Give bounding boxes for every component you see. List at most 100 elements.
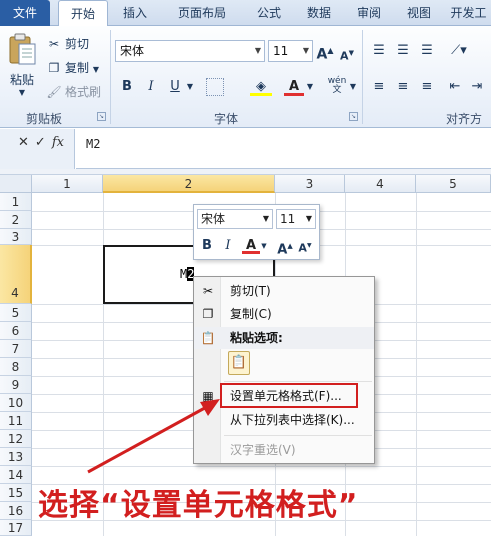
decrease-indent-icon[interactable]: ⇤ (446, 76, 464, 98)
border-icon[interactable] (206, 78, 224, 96)
menu-section-paste-options: 📋 粘贴选项: (194, 327, 374, 349)
row-header[interactable]: 16 (0, 502, 32, 520)
tab-view[interactable]: 视图 (396, 0, 442, 26)
tab-developer[interactable]: 开发工 (446, 0, 491, 26)
align-middle-icon[interactable]: ☰ (394, 40, 412, 62)
row-header-selected[interactable]: 4 (0, 245, 32, 304)
align-left-icon[interactable]: ≡ (370, 76, 388, 98)
shrink-font-button[interactable]: A▼ (338, 42, 356, 64)
copy-icon: ❐ (48, 61, 60, 75)
row-header[interactable]: 13 (0, 448, 32, 466)
phonetic-button[interactable]: wén 文 (326, 74, 348, 96)
chevron-down-icon: ▼ (92, 65, 99, 74)
align-right-icon[interactable]: ≡ (418, 76, 436, 98)
chevron-down-icon[interactable]: ▼ (305, 76, 315, 98)
column-header[interactable]: 3 (275, 175, 345, 193)
format-painter-button[interactable]: 🖌 格式刷 (46, 82, 101, 102)
ribbon-home-panel: 粘贴 ▼ ✂ 剪切 ❐ 复制 ▼ 🖌 格式刷 剪贴板 ↘ 宋体 ▼ 11 ▼ A▲ A▼ … (0, 26, 491, 143)
underline-button[interactable]: U (164, 76, 186, 98)
function-icon[interactable]: fx (52, 135, 64, 150)
column-header[interactable]: 4 (345, 175, 416, 193)
row-header[interactable]: 2 (0, 211, 32, 229)
column-header[interactable]: 1 (32, 175, 103, 193)
column-header[interactable]: 5 (416, 175, 491, 193)
chevron-down-icon[interactable]: ▼ (260, 237, 268, 255)
launcher-icon[interactable]: ↘ (349, 112, 358, 121)
mini-shrink-font-button[interactable]: A▼ (296, 237, 314, 255)
formula-input[interactable]: M2 (76, 129, 491, 169)
tab-review[interactable]: 审阅 (346, 0, 392, 26)
tab-file[interactable]: 文件 (0, 0, 50, 26)
brush-icon: 🖌 (46, 85, 62, 99)
mini-italic-button[interactable]: I (220, 237, 236, 255)
row-header[interactable]: 11 (0, 412, 32, 430)
tab-home[interactable]: 开始 (58, 0, 108, 27)
row-header[interactable]: 6 (0, 322, 32, 340)
copy-button[interactable]: ❐ 复制 ▼ (46, 58, 99, 78)
clipboard-group-label: 剪贴板 (26, 112, 63, 126)
context-menu: ✂ 剪切(T) ❐ 复制(C) 📋 粘贴选项: 📋 ▦ 设置单元格格式(F)... 从下… (193, 276, 375, 464)
tab-page-layout[interactable]: 页面布局 (162, 0, 242, 26)
cut-button[interactable]: ✂ 剪切 (46, 34, 89, 54)
paste-icon (9, 33, 36, 65)
row-header[interactable]: 17 (0, 520, 32, 536)
paste-button[interactable]: 粘贴 ▼ (4, 32, 40, 102)
copy-icon: ❐ (202, 307, 214, 321)
launcher-icon[interactable]: ↘ (97, 112, 106, 121)
chevron-down-icon: ▼ (262, 214, 269, 223)
row-header[interactable]: 7 (0, 340, 32, 358)
row-header[interactable]: 1 (0, 193, 32, 211)
font-size-select[interactable]: 11 ▼ (268, 40, 313, 62)
check-icon[interactable]: ✓ (35, 135, 46, 150)
row-header[interactable]: 5 (0, 304, 32, 322)
row-header[interactable]: 3 (0, 229, 32, 245)
chevron-down-icon: ▼ (302, 46, 309, 55)
chevron-down-icon: ▼ (305, 214, 312, 223)
increase-indent-icon[interactable]: ⇥ (468, 76, 486, 98)
scissors-icon: ✂ (48, 37, 60, 51)
paste-option-icon[interactable]: 📋 (228, 351, 250, 375)
select-all-corner[interactable] (0, 175, 32, 193)
chevron-down-icon[interactable]: ▼ (348, 76, 358, 98)
menu-separator (224, 381, 372, 382)
menu-item-cut[interactable]: ✂ 剪切(T) (194, 280, 374, 302)
italic-button[interactable]: I (141, 76, 161, 98)
fill-color-icon[interactable]: ◈ (250, 76, 272, 98)
row-header[interactable]: 12 (0, 430, 32, 448)
mini-font-color-button[interactable]: A (242, 237, 260, 255)
grid-line (32, 466, 491, 467)
clipboard-icon: 📋 (200, 331, 216, 345)
align-top-icon[interactable]: ☰ (370, 40, 388, 62)
orientation-icon[interactable]: ⟋▾ (446, 40, 472, 62)
mini-grow-font-button[interactable]: A▲ (276, 237, 294, 257)
font-name-select[interactable]: 宋体 ▼ (115, 40, 265, 62)
row-header[interactable]: 8 (0, 358, 32, 376)
align-center-icon[interactable]: ≡ (394, 76, 412, 98)
bold-button[interactable]: B (117, 76, 137, 98)
font-color-button[interactable]: A (284, 76, 304, 98)
formula-text: M2 (86, 137, 101, 151)
align-bottom-icon[interactable]: ☰ (418, 40, 436, 62)
highlight-box (220, 383, 358, 408)
font-group-label: 字体 (214, 112, 239, 126)
row-header[interactable]: 14 (0, 466, 32, 484)
row-header[interactable]: 9 (0, 376, 32, 394)
chevron-down-icon[interactable]: ▼ (185, 76, 195, 98)
cancel-icon[interactable]: ✕ (18, 135, 29, 150)
paste-label: 粘贴 (9, 73, 34, 87)
mini-font-size-select[interactable]: 11 ▼ (276, 209, 316, 229)
mini-font-name-select[interactable]: 宋体 ▼ (197, 209, 273, 229)
row-header[interactable]: 15 (0, 484, 32, 502)
mini-bold-button[interactable]: B (199, 237, 215, 255)
menu-item-pick-from-list[interactable]: 从下拉列表中选择(K)... (194, 409, 374, 431)
tab-data[interactable]: 数据 (296, 0, 342, 26)
menu-item-copy[interactable]: ❐ 复制(C) (194, 303, 374, 325)
scissors-icon: ✂ (202, 284, 214, 298)
column-header-selected[interactable]: 2 (103, 175, 275, 193)
tab-formulas[interactable]: 公式 (246, 0, 292, 26)
row-header[interactable]: 10 (0, 394, 32, 412)
tab-insert[interactable]: 插入 (112, 0, 158, 26)
chevron-down-icon: ▼ (254, 46, 261, 55)
menu-separator (224, 435, 372, 436)
grow-font-button[interactable]: A▲ (316, 40, 334, 63)
